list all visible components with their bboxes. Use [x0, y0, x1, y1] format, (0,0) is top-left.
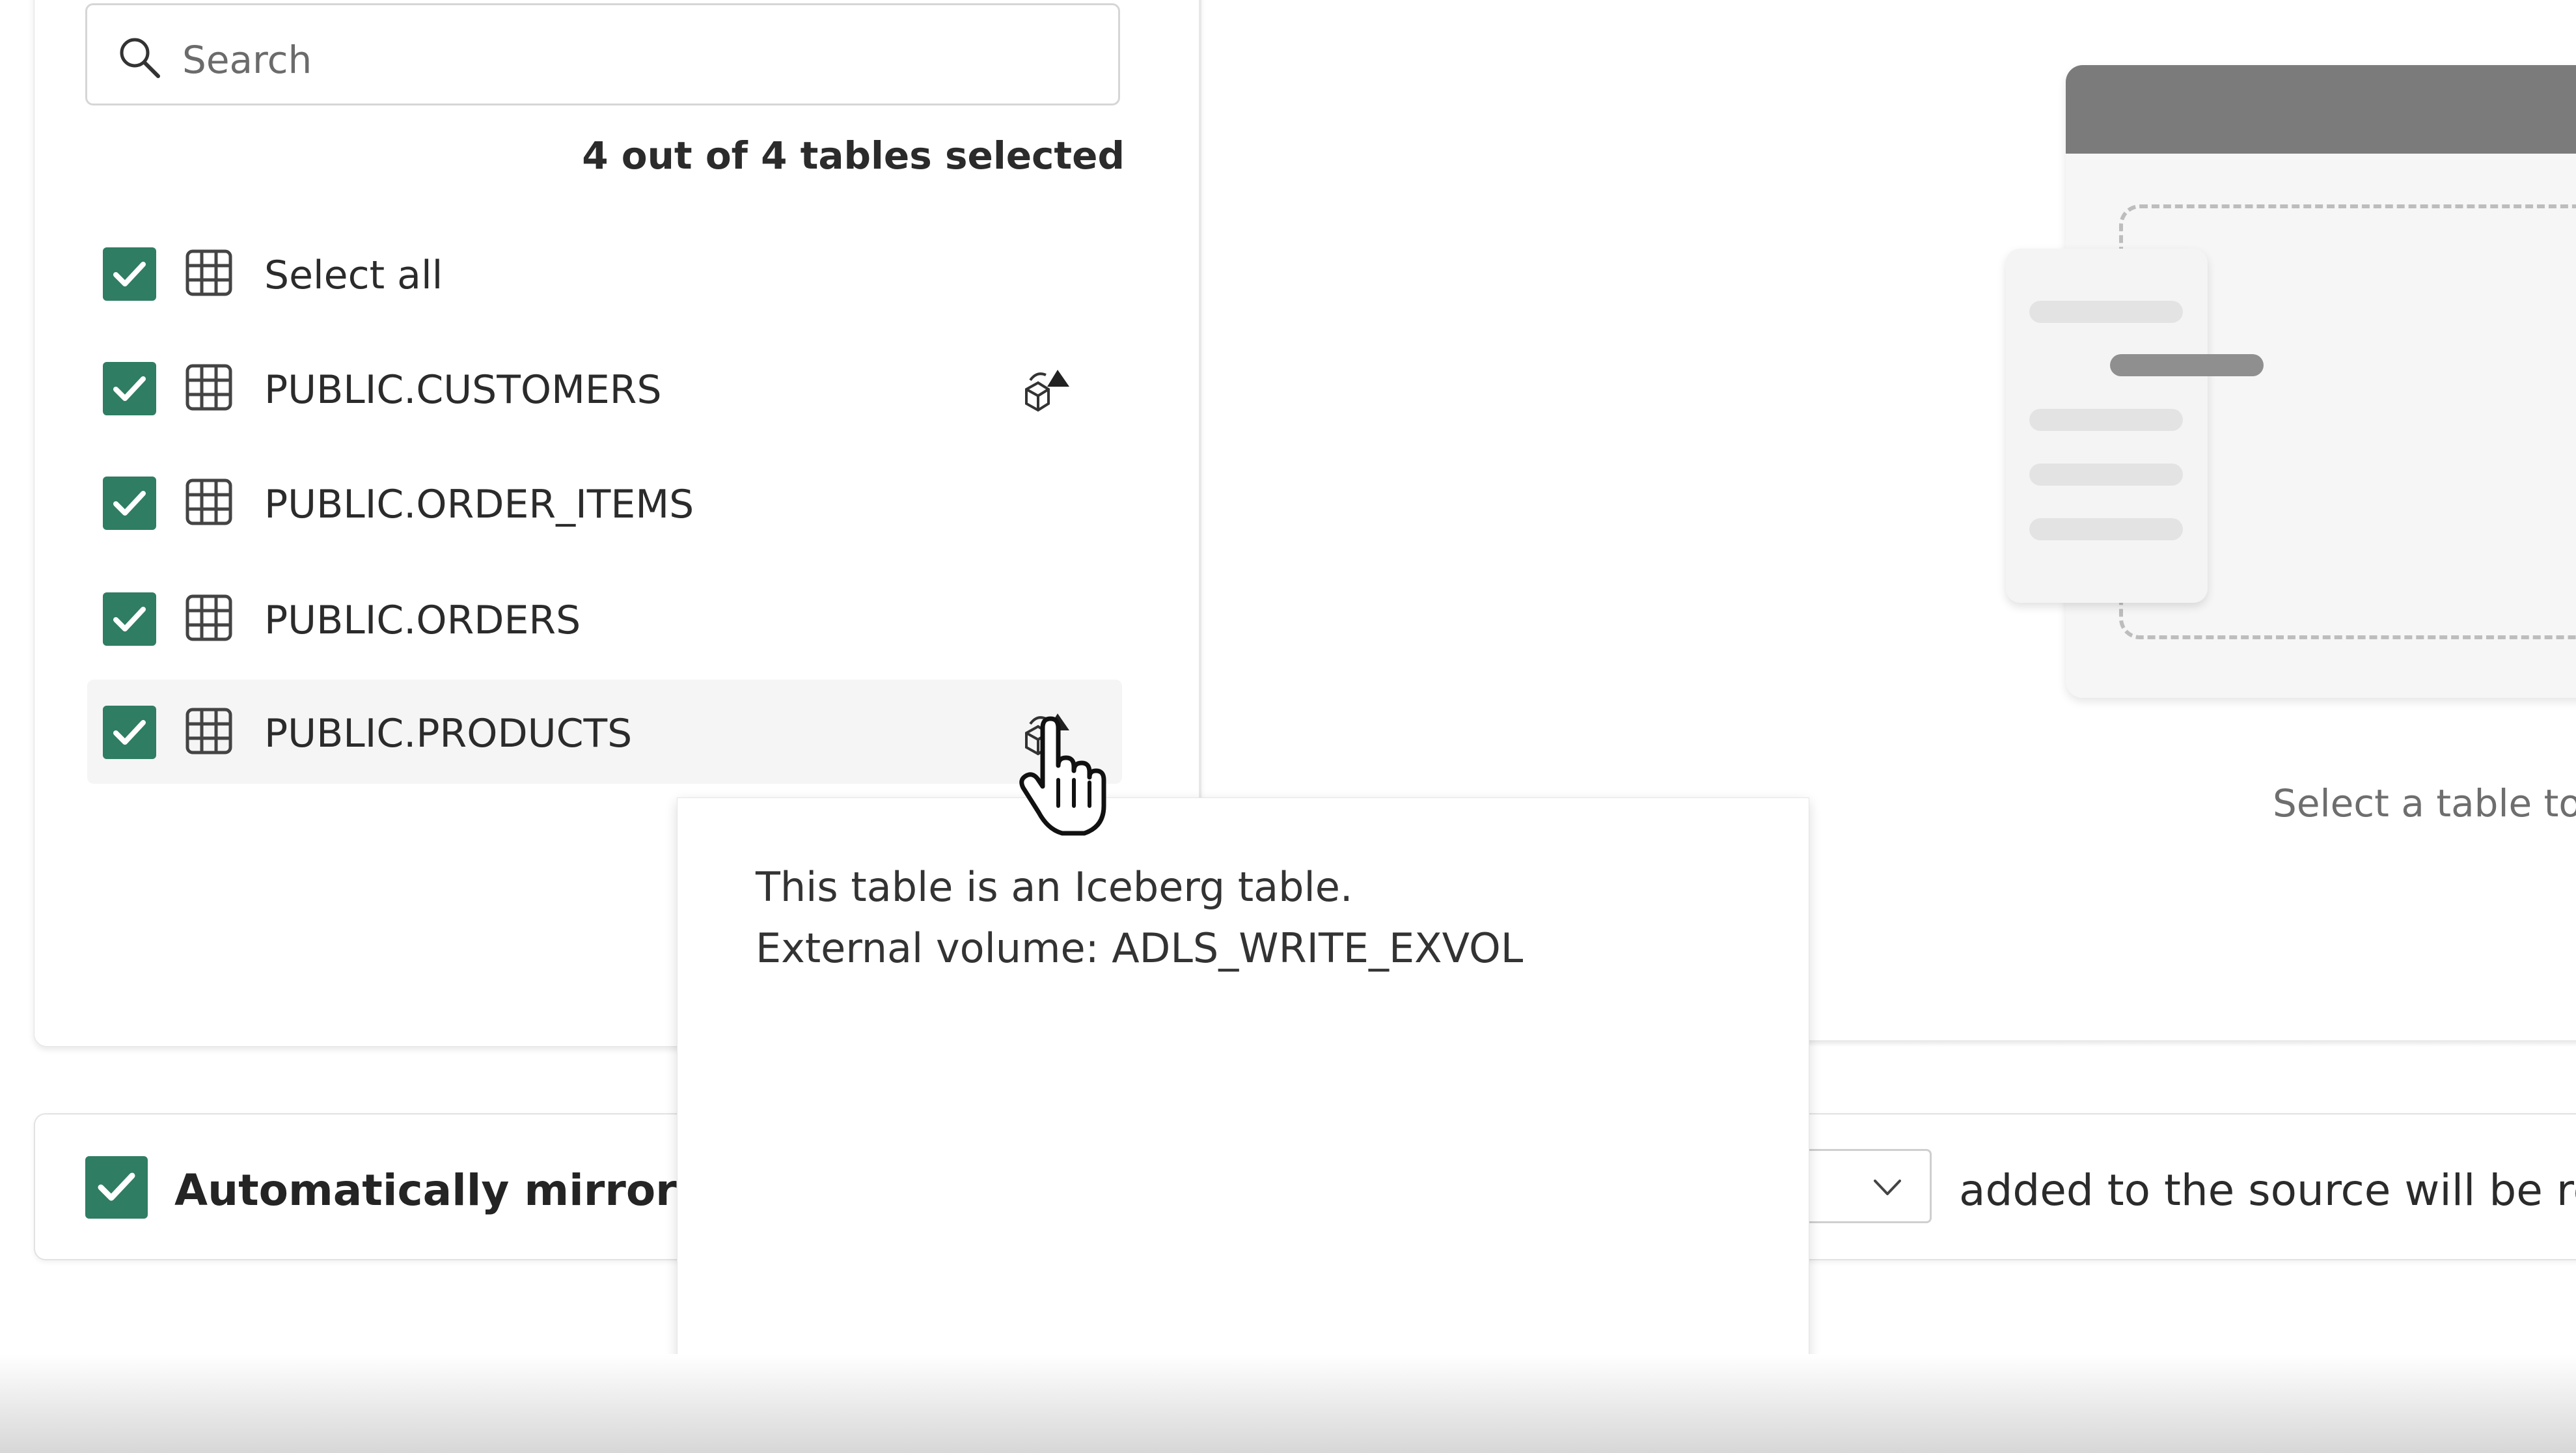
- illustration-titlebar: [2066, 65, 2576, 154]
- checkmark-icon: [98, 1172, 135, 1201]
- table-checkbox[interactable]: [103, 592, 156, 646]
- selection-count: 4 out of 4 tables selected: [582, 133, 1125, 178]
- checkmark-icon: [113, 491, 146, 516]
- illustration-line-dragged: [2110, 354, 2264, 376]
- checkmark-icon: [113, 262, 146, 286]
- chevron-down-icon: [1874, 1180, 1901, 1195]
- checkmark-icon: [113, 720, 146, 745]
- table-row-select-all[interactable]: Select all: [87, 221, 1122, 325]
- table-grid-icon: [185, 708, 232, 754]
- table-checkbox[interactable]: [103, 362, 156, 415]
- search-icon: [120, 38, 160, 78]
- table-checkbox[interactable]: [103, 706, 156, 759]
- table-grid-icon: [185, 249, 232, 296]
- table-label: PUBLIC.ORDER_ITEMS: [264, 482, 694, 527]
- bottom-fade: [0, 1354, 2576, 1453]
- search-input[interactable]: Search: [85, 3, 1120, 105]
- select-all-checkbox[interactable]: [103, 247, 156, 301]
- table-row[interactable]: PUBLIC.ORDER_ITEMS: [87, 450, 1122, 555]
- illustration-line: [2029, 518, 2183, 540]
- table-row[interactable]: PUBLIC.CUSTOMERS: [87, 336, 1122, 440]
- iceberg-icon[interactable]: [1021, 362, 1073, 414]
- table-label: PUBLIC.CUSTOMERS: [264, 367, 662, 413]
- illustration-line: [2029, 409, 2183, 431]
- table-label: PUBLIC.ORDERS: [264, 598, 581, 643]
- table-grid-icon: [185, 364, 232, 411]
- table-label: PUBLIC.PRODUCTS: [264, 711, 633, 756]
- table-grid-icon: [185, 594, 232, 641]
- illustration-line: [2029, 464, 2183, 486]
- mirror-description: added to the source will be rep: [1959, 1165, 2576, 1215]
- search-placeholder: Search: [182, 38, 312, 82]
- table-checkbox[interactable]: [103, 477, 156, 530]
- auto-mirror-checkbox[interactable]: [85, 1156, 148, 1219]
- tooltip-line-2: External volume: ADLS_WRITE_EXVOL: [756, 924, 1524, 972]
- table-label: Select all: [264, 253, 443, 298]
- illustration-line: [2029, 301, 2183, 323]
- checkmark-icon: [113, 376, 146, 401]
- iceberg-tooltip: This table is an Iceberg table. External…: [677, 797, 1809, 1369]
- hand-cursor-icon: [1019, 716, 1106, 836]
- table-row[interactable]: PUBLIC.PRODUCTS: [87, 680, 1122, 784]
- table-row[interactable]: PUBLIC.ORDERS: [87, 566, 1122, 671]
- checkmark-icon: [113, 607, 146, 631]
- preview-hint: Select a table to: [2273, 781, 2576, 825]
- tooltip-line-1: This table is an Iceberg table.: [756, 863, 1353, 911]
- illustration-card: [2006, 249, 2264, 603]
- table-grid-icon: [185, 478, 232, 525]
